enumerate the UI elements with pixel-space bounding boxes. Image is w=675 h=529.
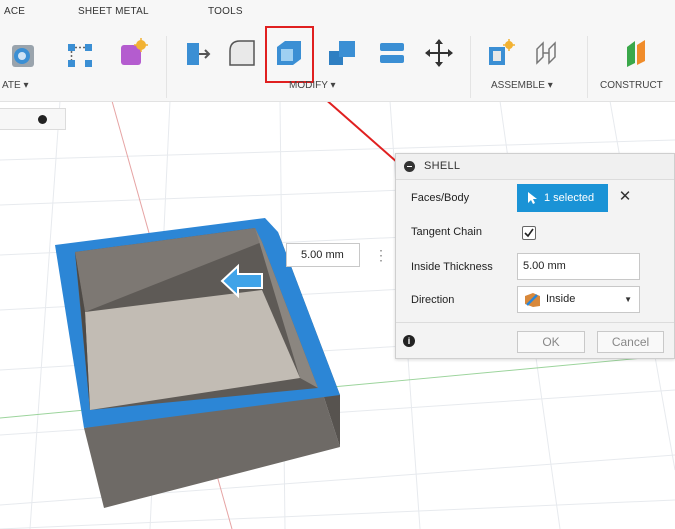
dialog-title: SHELL [424, 160, 461, 172]
chevron-down-icon: ▼ [624, 295, 632, 304]
faces-body-value: 1 selected [544, 192, 595, 204]
joint-tool[interactable] [530, 36, 564, 70]
pattern-icon [68, 44, 92, 67]
revolve-tool[interactable] [6, 38, 40, 72]
construct-plane-icon [627, 40, 645, 67]
inside-direction-icon [525, 293, 540, 307]
select-cursor-icon [528, 192, 537, 204]
press-pull-tool[interactable] [180, 36, 214, 70]
shell-dialog: SHELL Faces/Body 1 selected ✕ Tangent Ch… [395, 153, 675, 359]
move-arrows-icon [425, 39, 453, 67]
tangent-chain-label: Tangent Chain [411, 226, 482, 238]
fillet-icon [229, 40, 255, 66]
toolbar: ACE SHEET METAL TOOLS ATE ▾ MODIFY ▾ ASS… [0, 0, 675, 102]
info-icon[interactable]: i [403, 335, 415, 347]
dialog-header: SHELL [396, 154, 674, 180]
clear-selection-icon[interactable]: ✕ [616, 188, 634, 206]
toolbar-divider [587, 36, 588, 98]
tangent-chain-checkbox[interactable] [522, 226, 536, 240]
collapse-icon[interactable] [38, 115, 47, 124]
offset-face-icon [380, 43, 404, 63]
callout-line [325, 101, 399, 164]
ok-button[interactable]: OK [517, 331, 585, 353]
more-options-icon[interactable]: ⋮ [374, 244, 388, 266]
faces-body-select-button[interactable]: 1 selected [517, 184, 608, 212]
combine-icon [329, 41, 355, 65]
faces-body-label: Faces/Body [411, 192, 470, 204]
toolbar-divider [470, 36, 471, 98]
new-component-tool[interactable] [484, 36, 518, 70]
collapse-dialog-icon[interactable] [404, 161, 415, 172]
revolve-icon [12, 45, 34, 67]
move-tool[interactable] [422, 36, 456, 70]
press-pull-icon [187, 43, 211, 65]
thickness-dimension-input[interactable]: 5.00 mm [286, 243, 360, 267]
form-cube-icon [121, 38, 148, 65]
construct-plane-tool[interactable] [620, 36, 654, 70]
tab-surface[interactable]: ACE [4, 6, 25, 17]
offset-face-tool[interactable] [375, 36, 409, 70]
modify-menu[interactable]: MODIFY ▾ [289, 80, 336, 91]
pattern-tool[interactable] [63, 38, 97, 72]
create-form-tool[interactable] [116, 36, 150, 70]
combine-tool[interactable] [325, 36, 359, 70]
dialog-footer: i OK Cancel [396, 322, 674, 360]
browser-panel-strip[interactable] [0, 108, 66, 130]
tab-tools[interactable]: TOOLS [208, 6, 243, 17]
tab-sheet-metal[interactable]: SHEET METAL [78, 6, 149, 17]
new-component-icon [489, 39, 515, 65]
fillet-tool[interactable] [225, 36, 259, 70]
cancel-button[interactable]: Cancel [597, 331, 664, 353]
assemble-menu[interactable]: ASSEMBLE ▾ [491, 80, 553, 91]
toolbar-divider [166, 36, 167, 98]
checkmark-icon [524, 228, 534, 238]
direction-label: Direction [411, 294, 455, 306]
direction-select[interactable]: Inside ▼ [517, 286, 640, 313]
direction-value: Inside [546, 293, 576, 305]
inside-thickness-field[interactable]: 5.00 mm [517, 253, 640, 280]
inside-thickness-label: Inside Thickness [411, 261, 493, 273]
joint-icon [536, 41, 556, 65]
create-menu[interactable]: ATE ▾ [2, 80, 29, 91]
construct-menu[interactable]: CONSTRUCT [600, 80, 663, 91]
shell-tool-highlight [265, 26, 314, 83]
